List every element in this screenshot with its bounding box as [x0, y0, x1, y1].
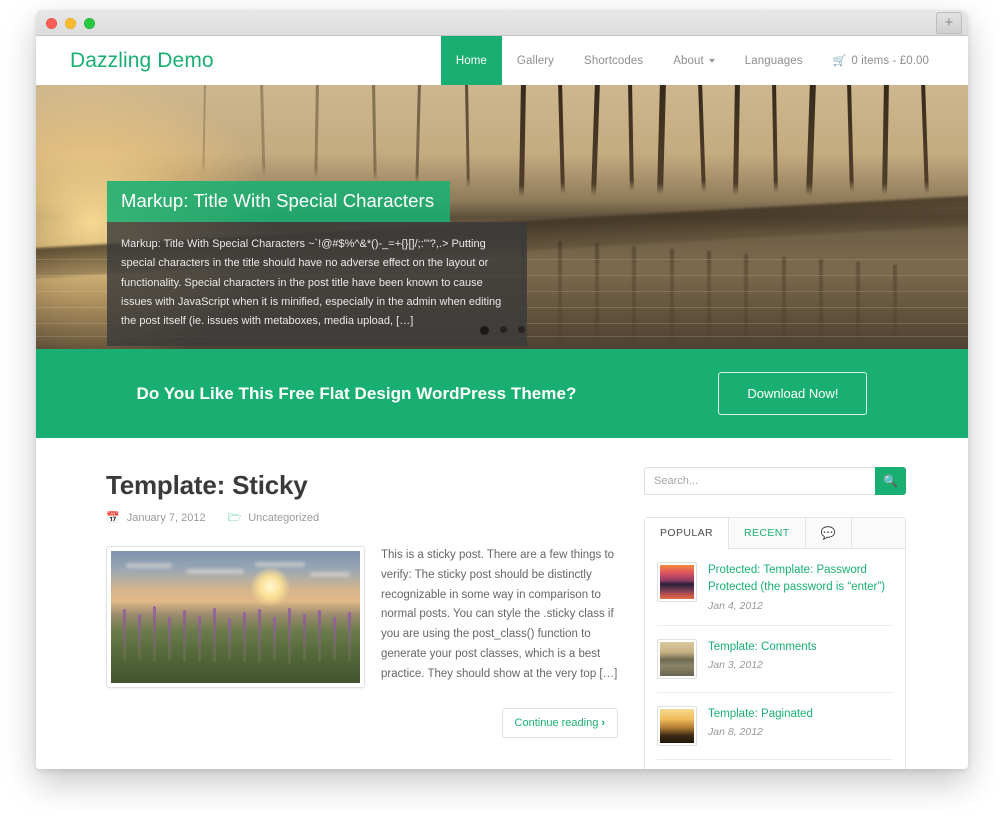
nav-item-gallery[interactable]: Gallery [502, 36, 569, 85]
main-navigation: Home Gallery Shortcodes About Languages … [440, 36, 968, 85]
main-column: Template: Sticky 📅 January 7, 2012 🗁 Unc… [106, 438, 618, 769]
post-body: This is a sticky post. There are a few t… [106, 546, 618, 688]
site-header: Dazzling Demo Home Gallery Shortcodes Ab… [36, 36, 968, 85]
page-viewport: Dazzling Demo Home Gallery Shortcodes Ab… [36, 36, 968, 769]
cart-link[interactable]: 🛒 0 items - £0.00 [818, 36, 944, 85]
nav-item-home[interactable]: Home [440, 36, 502, 85]
continue-reading-label: Continue reading [514, 717, 599, 729]
post-thumbnail[interactable] [106, 546, 365, 688]
comments-icon: 💬 [820, 526, 836, 540]
list-item[interactable]: Template: Comments Jan 3, 2012 [657, 626, 893, 693]
list-item-date: Jan 3, 2012 [708, 658, 763, 671]
list-item-date: Jan 8, 2012 [708, 725, 763, 738]
cart-label: 0 items - £0.00 [851, 54, 929, 67]
shopping-cart-icon: 🛒 [832, 55, 847, 67]
close-window-icon[interactable] [46, 18, 57, 29]
new-tab-button[interactable]: + [936, 12, 962, 34]
post-thumbnail-image [111, 551, 360, 683]
browser-window: + Dazzling Demo Home Gallery Shortcodes … [36, 10, 968, 769]
list-item-thumbnail [657, 562, 697, 602]
continue-reading-row: Continue reading › [106, 708, 618, 738]
slider-dot-1[interactable] [479, 326, 489, 335]
chevron-down-icon [708, 58, 715, 63]
nav-label: Shortcodes [584, 54, 644, 67]
page-title[interactable]: Template: Sticky [106, 470, 618, 501]
cta-banner: Do You Like This Free Flat Design WordPr… [36, 349, 968, 438]
calendar-icon: 📅 [106, 511, 120, 524]
popular-posts-list: Protected: Template: Password Protected … [645, 549, 905, 769]
hero-slider[interactable]: Markup: Title With Special Characters Ma… [36, 85, 968, 349]
tab-popular[interactable]: POPULAR [645, 518, 729, 549]
list-item-title[interactable]: Protected: Template: Password Protected … [708, 562, 893, 597]
folder-icon: 🗁 [227, 511, 242, 524]
site-title[interactable]: Dazzling Demo [70, 49, 214, 73]
list-item-date: Jan 4, 2012 [708, 599, 763, 612]
sidebar-tabs-header: POPULAR RECENT 💬 [645, 518, 905, 549]
nav-label: Languages [744, 54, 803, 67]
slider-dot-3[interactable] [517, 326, 525, 333]
post-category[interactable]: Uncategorized [248, 512, 319, 524]
tab-recent[interactable]: RECENT [729, 518, 806, 548]
list-item-title[interactable]: Template: Comments [708, 639, 893, 656]
slider-pagination [36, 326, 968, 335]
nav-item-about[interactable]: About [658, 36, 730, 85]
nav-label: About [673, 54, 704, 67]
search-button[interactable]: 🔍 [875, 467, 906, 495]
tab-comments[interactable]: 💬 [806, 518, 852, 548]
list-item-thumbnail [657, 638, 697, 679]
post-date: January 7, 2012 [126, 512, 206, 524]
search-widget: 🔍 [644, 467, 906, 495]
list-item-title[interactable]: Template: Paginated [708, 706, 893, 723]
list-item[interactable]: Protected: Template: Password Protected … [657, 549, 893, 626]
post-excerpt: This is a sticky post. There are a few t… [381, 549, 618, 680]
chevron-right-icon: › [601, 717, 605, 729]
nav-label: Home [455, 54, 487, 67]
slider-dot-2[interactable] [499, 326, 507, 333]
list-item[interactable]: Hello world! Feb 28, 2014 [657, 760, 893, 770]
slide-caption: Markup: Title With Special Characters Ma… [107, 181, 527, 347]
continue-reading-button[interactable]: Continue reading › [501, 708, 618, 738]
post-meta: 📅 January 7, 2012 🗁 Uncategorized [106, 512, 618, 524]
cta-heading: Do You Like This Free Flat Design WordPr… [136, 383, 577, 403]
search-input[interactable] [644, 467, 875, 495]
download-now-button[interactable]: Download Now! [718, 372, 868, 415]
traffic-lights [46, 18, 95, 29]
nav-item-languages[interactable]: Languages [730, 36, 818, 85]
sidebar-tabs-widget: POPULAR RECENT 💬 Protected: Template: Pa… [644, 517, 906, 769]
nav-label: Gallery [516, 54, 555, 67]
list-item[interactable]: Template: Paginated Jan 8, 2012 [657, 693, 893, 760]
slide-title[interactable]: Markup: Title With Special Characters [107, 181, 451, 222]
nav-item-shortcodes[interactable]: Shortcodes [569, 36, 658, 85]
sidebar: 🔍 POPULAR RECENT 💬 [644, 438, 906, 769]
maximize-window-icon[interactable] [84, 18, 95, 29]
content-area: Template: Sticky 📅 January 7, 2012 🗁 Unc… [36, 438, 968, 769]
list-item-thumbnail [657, 705, 697, 746]
minimize-window-icon[interactable] [65, 18, 76, 29]
browser-titlebar: + [36, 10, 968, 36]
